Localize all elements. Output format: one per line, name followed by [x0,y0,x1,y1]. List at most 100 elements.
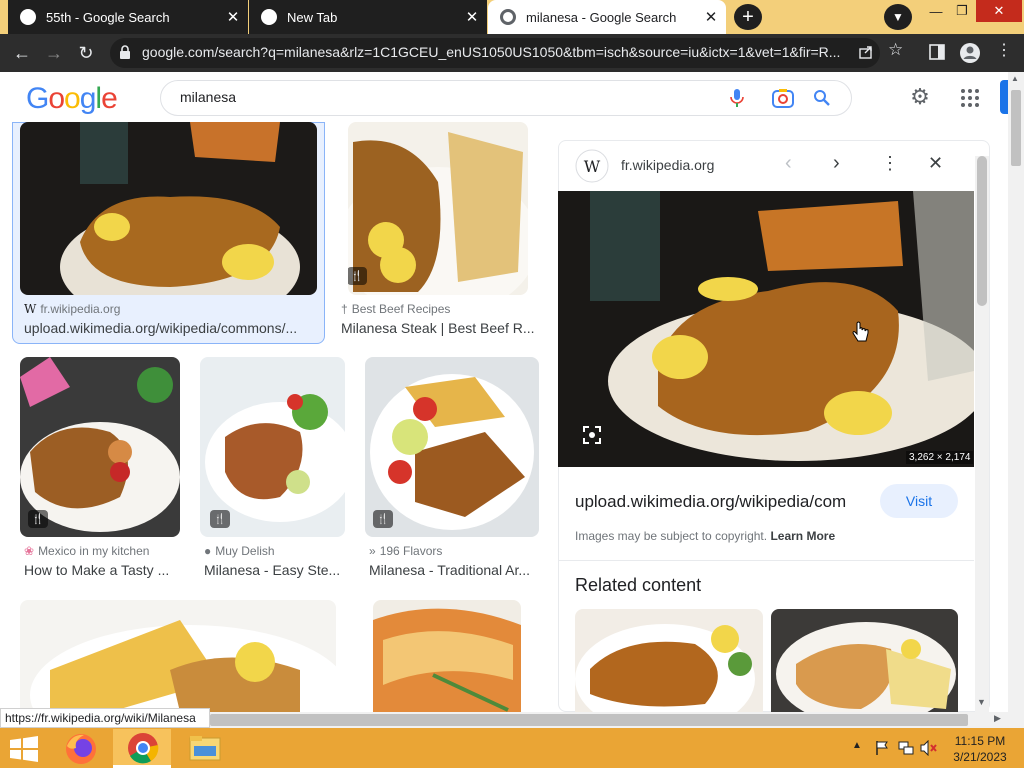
tab-title: 55th - Google Search [46,9,170,25]
scroll-right-arrow-icon[interactable]: ▶ [994,713,1001,724]
clock-date: 3/21/2023 [953,750,1007,764]
result-source: ● Muy Delish [204,544,346,558]
tab-new-tab[interactable]: New Tab ✕ [249,0,487,34]
search-box[interactable] [160,80,852,116]
google-logo[interactable]: Google [26,82,118,116]
scroll-up-arrow-icon[interactable]: ▲ [1011,74,1019,83]
action-center-flag-icon[interactable] [874,740,890,756]
page-scrollbar-thumb[interactable] [1011,90,1021,166]
panel-scrollbar-thumb[interactable] [977,156,987,306]
kebab-menu-icon[interactable]: ⋮ [996,40,1012,64]
tab-title: New Tab [287,9,338,25]
result-source: Wfr.wikipedia.org [24,302,314,316]
result-image[interactable] [20,122,317,295]
settings-gear-icon[interactable]: ⚙ [906,84,934,112]
camera-lens-icon[interactable] [772,88,794,108]
reload-button[interactable]: ↻ [73,40,99,66]
preview-image[interactable]: 3,262 × 2,174 [558,191,974,467]
network-icon[interactable] [898,740,914,756]
learn-more-link[interactable]: Learn More [770,529,835,543]
share-icon[interactable] [858,44,874,60]
result-image[interactable]: 🍴 [348,122,528,295]
result-title[interactable]: How to Make a Tasty ... [24,562,180,578]
forward-button[interactable]: → [41,40,67,66]
result-source: ❀ Mexico in my kitchen [24,544,184,558]
logo-letter: o [48,82,65,115]
apps-grid-icon[interactable] [960,88,980,108]
wikipedia-logo-icon: W [575,149,609,183]
tab-55th-search[interactable]: 55th - Google Search ✕ [8,0,248,34]
copyright-text: Images may be subject to copyright. [575,529,768,543]
copyright-notice: Images may be subject to copyright. Lear… [575,529,835,543]
show-hidden-icons-icon[interactable]: ▲ [852,740,862,751]
preview-site-name[interactable]: fr.wikipedia.org [621,157,714,173]
scroll-down-arrow-icon[interactable]: ▼ [977,697,986,707]
horizontal-scrollbar-thumb[interactable] [210,714,968,726]
lock-icon[interactable] [118,44,132,60]
profile-avatar-icon[interactable] [959,42,981,64]
result-image[interactable]: 🍴 [20,357,180,537]
url-text[interactable]: google.com/search?q=milanesa&rlz=1C1GCEU… [142,44,852,60]
search-input[interactable]: milanesa [180,89,236,105]
windows-start-icon[interactable] [10,736,38,762]
chevron-down-icon: ▼ [892,10,904,24]
visit-button[interactable]: Visit [880,484,958,518]
file-explorer-icon[interactable] [189,734,221,762]
close-preview-icon[interactable]: ✕ [928,153,943,174]
speaker-muted-icon[interactable] [920,740,938,756]
back-button[interactable]: ← [9,40,35,66]
result-source: » 196 Flavors [369,544,539,558]
previous-chevron-icon[interactable]: ‹ [785,152,792,175]
result-source-name: Muy Delish [215,544,275,558]
result-image[interactable] [20,600,336,712]
source-favicon-icon: † [341,302,348,316]
result-title[interactable]: Milanesa Steak | Best Beef R... [341,320,534,336]
search-icon[interactable] [813,89,831,107]
new-tab-button[interactable]: + [734,4,762,30]
related-image[interactable] [575,609,763,712]
link-status-bubble: https://fr.wikipedia.org/wiki/Milanesa [0,708,210,728]
result-title[interactable]: Milanesa - Easy Ste... [204,562,340,578]
tab-close-icon[interactable]: ✕ [700,6,722,28]
logo-letter: e [101,82,118,115]
system-clock[interactable]: 11:15 PM 3/21/2023 [952,733,1008,765]
image-dimensions: 3,262 × 2,174 [906,451,974,464]
divider [559,560,974,561]
close-window-button[interactable]: ✕ [976,0,1022,22]
side-panel-icon[interactable] [929,44,945,60]
restore-button[interactable]: ❐ [950,0,974,22]
tab-search-button[interactable]: ▼ [884,4,912,30]
result-title[interactable]: upload.wikimedia.org/wikipedia/commons/.… [24,320,316,336]
related-content-heading: Related content [575,575,702,595]
minimize-button[interactable]: — [924,0,948,22]
result-source-name: Best Beef Recipes [351,302,451,316]
recipe-fork-knife-icon: 🍴 [28,510,48,528]
result-source: † Best Beef Recipes [341,302,531,316]
related-image[interactable] [771,609,958,712]
result-image[interactable] [373,600,521,712]
bookmark-star-icon[interactable]: ☆ [888,40,910,64]
tab-title: milanesa - Google Search [526,9,677,25]
next-chevron-icon[interactable]: › [833,152,840,175]
chrome-favicon-icon [500,9,516,25]
sign-in-button[interactable] [1000,80,1008,114]
result-image[interactable]: 🍴 [200,357,345,537]
recipe-fork-knife-icon: 🍴 [373,510,393,528]
recipe-fork-knife-icon: 🍴 [348,267,367,285]
more-options-icon[interactable]: ⋮ [881,153,899,174]
chrome-favicon-icon [261,9,277,25]
tab-close-icon[interactable]: ✕ [222,6,244,28]
microphone-icon[interactable] [729,88,745,108]
clock-time: 11:15 PM [954,734,1006,748]
recipe-fork-knife-icon: 🍴 [210,510,230,528]
tab-close-icon[interactable]: ✕ [461,6,483,28]
result-source-name: fr.wikipedia.org [40,302,121,316]
tab-milanesa-search[interactable]: milanesa - Google Search ✕ [488,0,726,34]
firefox-icon[interactable] [64,732,98,766]
result-image[interactable]: 🍴 [365,357,539,537]
page-vertical-scrollbar[interactable] [1008,72,1024,728]
preview-link[interactable]: upload.wikimedia.org/wikipedia/com [575,492,875,512]
result-title[interactable]: Milanesa - Traditional Ar... [369,562,537,578]
source-favicon-icon: ❀ [24,544,35,558]
lens-search-icon[interactable] [582,425,602,445]
